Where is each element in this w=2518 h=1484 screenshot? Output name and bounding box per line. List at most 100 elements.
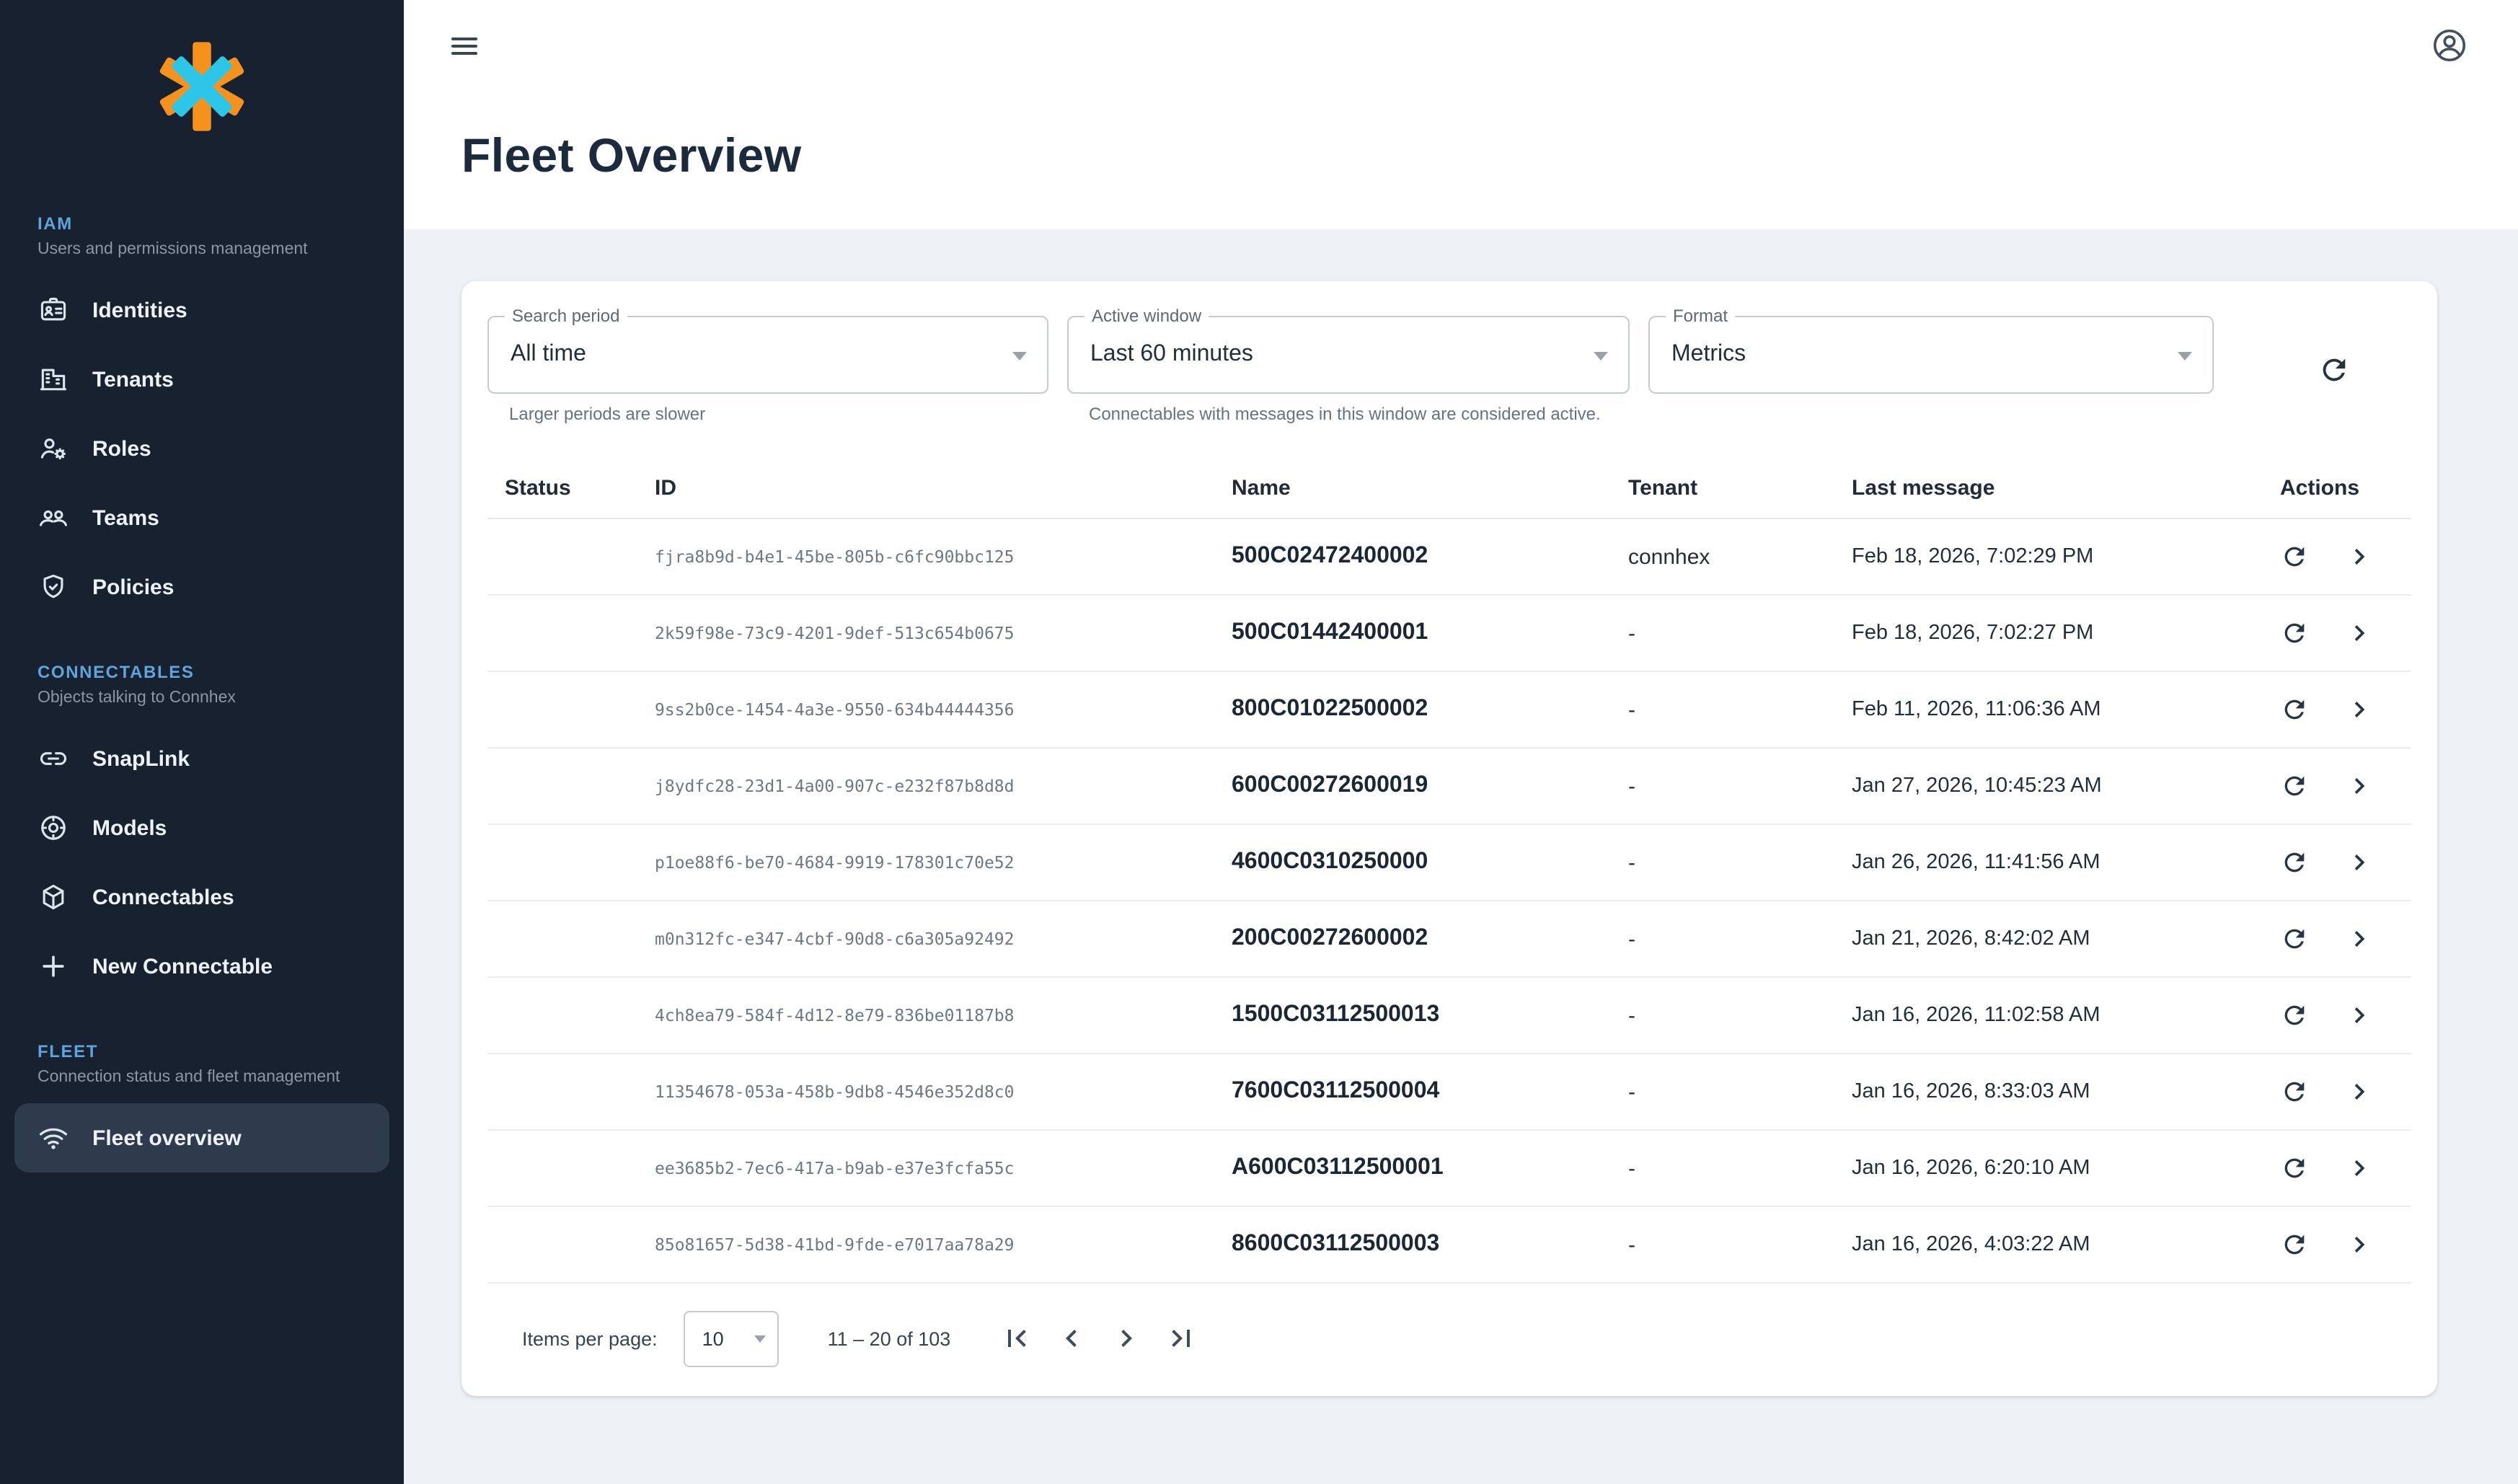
last-message-time: Jan 16, 2026, 6:20:10 AM xyxy=(1834,1130,2263,1206)
chevron-right-icon xyxy=(2343,923,2375,955)
last-message-time: Feb 11, 2026, 11:06:36 AM xyxy=(1834,671,2263,748)
sidebar-item-label: Tenants xyxy=(92,367,174,392)
previous-page-button[interactable] xyxy=(1054,1321,1089,1356)
row-detail-button[interactable] xyxy=(2343,541,2375,573)
table-row: fjra8b9d-b4e1-45be-805b-c6fc90bbc125500C… xyxy=(487,518,2411,595)
connectable-tenant: - xyxy=(1611,1054,1834,1130)
row-refresh-button[interactable] xyxy=(2280,619,2309,648)
search-period-select[interactable]: Search period All time xyxy=(487,316,1048,394)
row-actions xyxy=(2280,1054,2411,1129)
sidebar-item-label: SnapLink xyxy=(92,746,190,771)
row-detail-button[interactable] xyxy=(2343,847,2375,878)
last-page-button[interactable] xyxy=(1164,1321,1198,1356)
row-refresh-button[interactable] xyxy=(2280,1077,2309,1106)
row-refresh-button[interactable] xyxy=(2280,772,2309,800)
connectable-id: ee3685b2-7ec6-417a-b9ab-e37e3fcfa55c xyxy=(637,1130,1214,1206)
menu-toggle-button[interactable] xyxy=(447,28,482,63)
link-icon xyxy=(37,743,69,774)
fleet-card: Search period All time Larger periods ar… xyxy=(461,281,2437,1396)
row-detail-button[interactable] xyxy=(2343,770,2375,802)
column-header-name: Name xyxy=(1214,461,1611,518)
sidebar-item-label: Connectables xyxy=(92,885,234,909)
sidebar-item-new-connectable[interactable]: New Connectable xyxy=(0,932,404,1001)
content-area: Search period All time Larger periods ar… xyxy=(404,229,2518,1484)
field-helper: Larger periods are slower xyxy=(487,404,1048,424)
sidebar-item-label: Policies xyxy=(92,575,174,599)
connhex-logo-icon xyxy=(153,37,251,136)
row-detail-button[interactable] xyxy=(2343,923,2375,955)
column-header-actions: Actions xyxy=(2263,461,2411,518)
first-page-button[interactable] xyxy=(999,1321,1034,1356)
sidebar-item-label: New Connectable xyxy=(92,954,273,979)
filters-row: Search period All time Larger periods ar… xyxy=(487,316,2411,424)
pager-buttons xyxy=(999,1321,1198,1356)
field-value: All time xyxy=(489,317,1047,392)
sidebar-item-snaplink[interactable]: SnapLink xyxy=(0,724,404,793)
sidebar-item-tenants[interactable]: Tenants xyxy=(0,345,404,414)
refresh-icon xyxy=(2280,1001,2309,1030)
sidebar-item-label: Fleet overview xyxy=(92,1126,242,1150)
field-label: Format xyxy=(1666,306,1735,326)
account-circle-icon xyxy=(2430,26,2469,65)
refresh-button[interactable] xyxy=(2318,353,2351,387)
row-refresh-button[interactable] xyxy=(2280,1154,2309,1183)
row-detail-button[interactable] xyxy=(2343,999,2375,1031)
connectable-tenant: - xyxy=(1611,595,1834,671)
connectable-id: fjra8b9d-b4e1-45be-805b-c6fc90bbc125 xyxy=(637,518,1214,595)
row-detail-button[interactable] xyxy=(2343,1076,2375,1108)
section-subtitle: Objects talking to Connhex xyxy=(0,689,404,707)
row-detail-button[interactable] xyxy=(2343,1152,2375,1184)
format-select[interactable]: Format Metrics xyxy=(1648,316,2214,394)
row-refresh-button[interactable] xyxy=(2280,924,2309,953)
sidebar-item-fleet-overview[interactable]: Fleet overview xyxy=(14,1103,389,1172)
row-detail-button[interactable] xyxy=(2343,617,2375,649)
chevron-down-icon xyxy=(1012,352,1027,361)
sidebar-item-policies[interactable]: Policies xyxy=(0,552,404,622)
row-refresh-button[interactable] xyxy=(2280,848,2309,877)
connectable-id: j8ydfc28-23d1-4a00-907c-e232f87b8d8d xyxy=(637,748,1214,824)
items-per-page-select[interactable]: 10 xyxy=(684,1310,779,1366)
sidebar-item-roles[interactable]: Roles xyxy=(0,414,404,483)
section-caption: FLEET xyxy=(0,1041,404,1061)
refresh-icon xyxy=(2280,619,2309,648)
connectable-name: 1500C03112500013 xyxy=(1214,977,1611,1054)
table-row: 11354678-053a-458b-9db8-4546e352d8c07600… xyxy=(487,1054,2411,1130)
sidebar-section-fleet: FLEET Connection status and fleet manage… xyxy=(0,1041,404,1172)
row-detail-button[interactable] xyxy=(2343,1229,2375,1260)
connectable-name: 4600C0310250000 xyxy=(1214,824,1611,901)
connectable-id: 9ss2b0ce-1454-4a3e-9550-634b44444356 xyxy=(637,671,1214,748)
last-page-icon xyxy=(1164,1321,1198,1356)
row-refresh-button[interactable] xyxy=(2280,542,2309,571)
chevron-right-icon xyxy=(2343,694,2375,725)
plus-icon xyxy=(37,950,69,982)
sidebar-item-connectables[interactable]: Connectables xyxy=(0,862,404,932)
refresh-icon xyxy=(2280,695,2309,724)
connectable-tenant: - xyxy=(1611,824,1834,901)
table-row: 4ch8ea79-584f-4d12-8e79-836be01187b81500… xyxy=(487,977,2411,1054)
nav-list: Identities Tenants Roles xyxy=(0,275,404,622)
sidebar-item-identities[interactable]: Identities xyxy=(0,275,404,345)
last-message-time: Feb 18, 2026, 7:02:29 PM xyxy=(1834,518,2263,595)
refresh-icon xyxy=(2280,1230,2309,1259)
groups-icon xyxy=(37,502,69,534)
sidebar-item-teams[interactable]: Teams xyxy=(0,483,404,552)
field-value: Metrics xyxy=(1650,317,2212,392)
account-button[interactable] xyxy=(2430,26,2469,65)
row-refresh-button[interactable] xyxy=(2280,695,2309,724)
format-field: Format Metrics xyxy=(1648,316,2214,394)
table-row: 85o81657-5d38-41bd-9fde-e7017aa78a298600… xyxy=(487,1206,2411,1283)
connectable-tenant: - xyxy=(1611,671,1834,748)
chevron-right-icon xyxy=(2343,541,2375,573)
section-subtitle: Users and permissions management xyxy=(0,241,404,258)
next-page-button[interactable] xyxy=(1109,1321,1144,1356)
row-refresh-button[interactable] xyxy=(2280,1001,2309,1030)
row-refresh-button[interactable] xyxy=(2280,1230,2309,1259)
sidebar-item-models[interactable]: Models xyxy=(0,793,404,862)
sidebar-section-connectables: CONNECTABLES Objects talking to Connhex … xyxy=(0,662,404,1001)
connectable-tenant: - xyxy=(1611,901,1834,977)
active-window-select[interactable]: Active window Last 60 minutes xyxy=(1067,316,1630,394)
row-detail-button[interactable] xyxy=(2343,694,2375,725)
main-area: Fleet Overview Search period All time La… xyxy=(404,0,2518,1484)
chevron-right-icon xyxy=(2343,1229,2375,1260)
connectable-name: 200C00272600002 xyxy=(1214,901,1611,977)
